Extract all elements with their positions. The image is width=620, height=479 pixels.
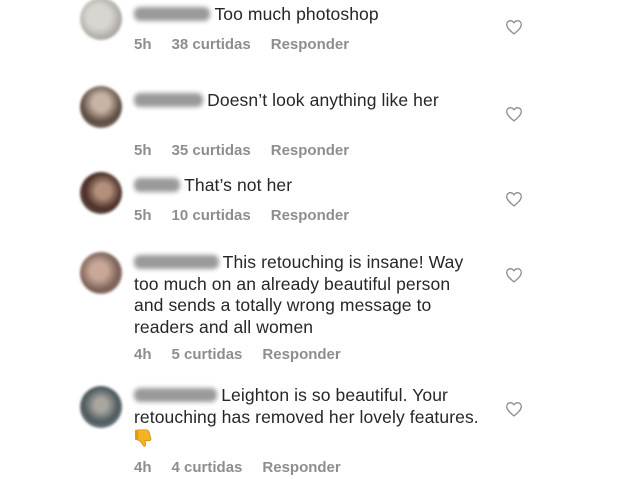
username[interactable]: kylieeightnow <box>134 255 219 269</box>
heart-icon[interactable] <box>505 401 523 417</box>
comment-text: That’s not her <box>184 175 293 195</box>
comment-time: 5h <box>134 142 152 159</box>
heart-icon[interactable] <box>505 106 523 122</box>
reply-button[interactable]: Responder <box>262 459 340 476</box>
comment-time: 4h <box>134 346 152 363</box>
avatar[interactable] <box>80 252 122 294</box>
avatar[interactable] <box>80 0 122 40</box>
avatar[interactable] <box>80 172 122 214</box>
comment-text: Too much photoshop <box>214 4 379 24</box>
username[interactable]: angiebdoodls <box>134 388 218 402</box>
comment-text: Doesn’t look anything like her <box>207 90 439 110</box>
comment-time: 4h <box>134 459 152 476</box>
username[interactable]: lcaar75 <box>134 178 181 192</box>
comment-time: 5h <box>134 207 152 224</box>
username[interactable]: katie_orr92 <box>134 93 204 107</box>
comment-time: 5h <box>134 36 152 53</box>
heart-icon[interactable] <box>505 191 523 207</box>
thumbs-down-emoji <box>135 429 152 447</box>
like-count[interactable]: 5 curtidas <box>172 346 243 363</box>
avatar[interactable] <box>80 86 122 128</box>
like-count[interactable]: 4 curtidas <box>172 459 243 476</box>
username[interactable]: ondopaulina <box>134 7 211 21</box>
like-count[interactable]: 35 curtidas <box>172 142 251 159</box>
reply-button[interactable]: Responder <box>271 207 349 224</box>
heart-icon[interactable] <box>505 19 523 35</box>
avatar[interactable] <box>80 386 122 428</box>
like-count[interactable]: 38 curtidas <box>172 36 251 53</box>
reply-button[interactable]: Responder <box>271 142 349 159</box>
reply-button[interactable]: Responder <box>262 346 340 363</box>
heart-icon[interactable] <box>505 267 523 283</box>
reply-button[interactable]: Responder <box>271 36 349 53</box>
like-count[interactable]: 10 curtidas <box>172 207 251 224</box>
